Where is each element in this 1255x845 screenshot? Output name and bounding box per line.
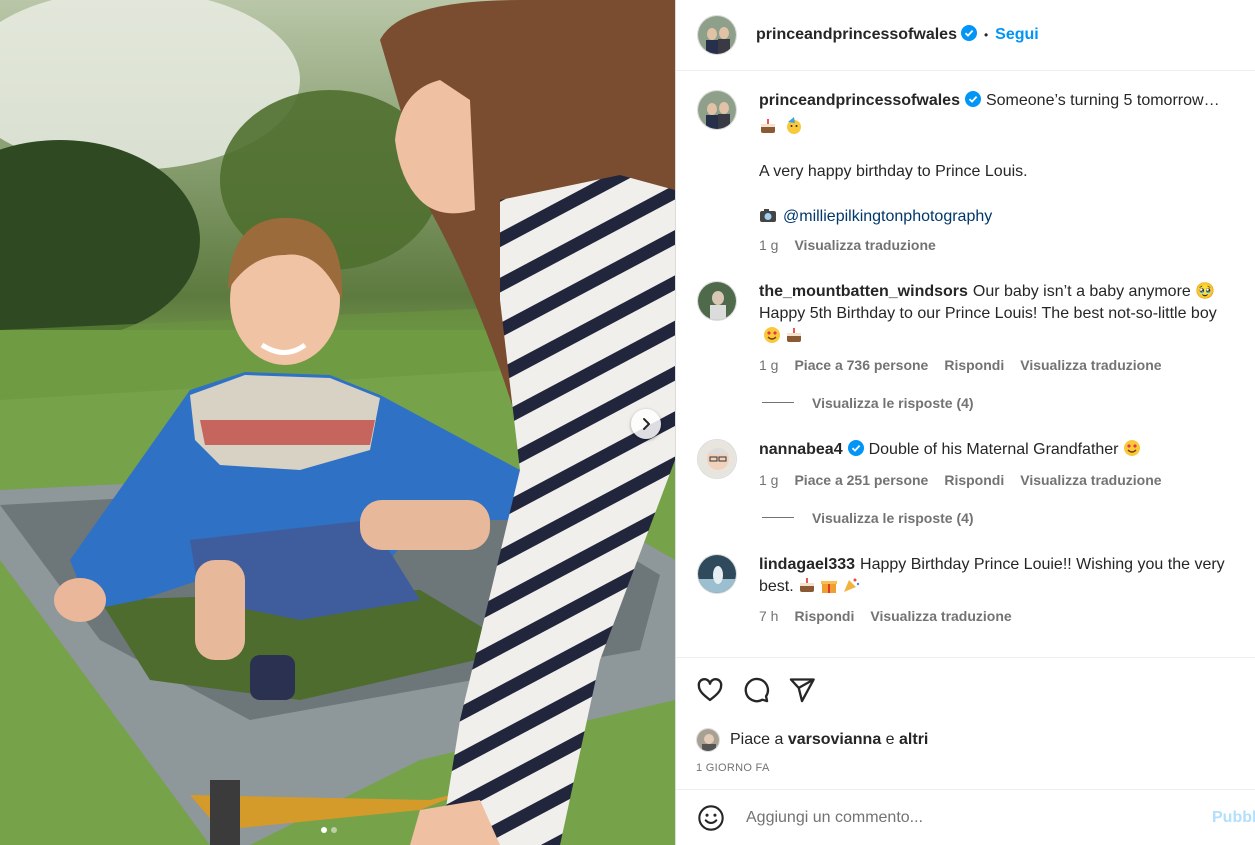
comment-likes[interactable]: Piace a 736 persone <box>794 354 928 377</box>
heart-icon[interactable] <box>696 676 724 704</box>
reply-button[interactable]: Rispondi <box>944 469 1004 492</box>
carousel-dot <box>331 827 337 833</box>
replies-divider <box>762 402 794 403</box>
caption-text-line2: A very happy birthday to Prince Louis. <box>759 163 1028 180</box>
view-replies-button[interactable]: Visualizza le risposte (4) <box>762 510 1235 526</box>
camera-emoji-icon <box>760 208 776 222</box>
replies-divider <box>762 517 794 518</box>
comment-avatar[interactable] <box>697 553 737 594</box>
reply-button[interactable]: Rispondi <box>794 605 854 628</box>
post-photo[interactable] <box>0 0 675 845</box>
liker-username[interactable]: varsovianna <box>788 731 881 749</box>
cake-emoji-icon <box>799 578 814 592</box>
carousel-indicator <box>321 827 337 833</box>
instagram-post: princeandprincessofwales • Segui princea… <box>0 0 1255 845</box>
comments-list[interactable]: princeandprincessofwales Someone’s turnin… <box>676 72 1255 657</box>
verified-icon <box>847 439 864 464</box>
emoji-icon[interactable] <box>697 804 725 832</box>
cake-emoji-icon <box>761 118 775 133</box>
action-icons <box>696 676 1234 704</box>
post-header: princeandprincessofwales • Segui <box>676 0 1255 71</box>
follow-separator: • <box>983 28 989 42</box>
caption-credit-link[interactable]: @milliepilkingtonphotography <box>783 208 992 225</box>
comment-time: 7 h <box>759 607 779 624</box>
carousel-next-button[interactable] <box>631 409 661 439</box>
photo-image <box>0 0 675 845</box>
comment-item: lindagael333 Happy Birthday Prince Louie!… <box>697 553 1235 628</box>
comment-avatar[interactable] <box>697 280 737 321</box>
post-timestamp: 1 GIORNO FA <box>696 762 770 774</box>
comment-username[interactable]: nannabea4 <box>759 441 843 458</box>
author-avatar[interactable] <box>697 15 737 55</box>
caption: princeandprincessofwales Someone’s turnin… <box>697 90 1235 257</box>
party-popper-emoji-icon <box>843 578 859 592</box>
add-comment-bar: Pubblica <box>676 789 1255 845</box>
heart-eyes-emoji-icon <box>1123 439 1140 456</box>
comment-username[interactable]: the_mountbatten_windsors <box>759 283 968 300</box>
publish-button[interactable]: Pubblica <box>1212 809 1255 827</box>
cake-emoji-icon <box>787 327 801 342</box>
comment-avatar[interactable] <box>697 438 737 479</box>
party-face-emoji-icon <box>787 116 802 134</box>
likes-summary[interactable]: Piace a varsovianna e altri <box>696 728 1234 752</box>
comment-likes[interactable]: Piace a 251 persone <box>794 469 928 492</box>
reply-button[interactable]: Rispondi <box>944 354 1004 377</box>
comment-icon[interactable] <box>742 676 770 704</box>
view-replies-label: Visualizza le risposte (4) <box>812 509 974 526</box>
author-username[interactable]: princeandprincessofwales <box>756 26 957 44</box>
liker-avatar <box>696 728 720 752</box>
translate-link[interactable]: Visualizza traduzione <box>1020 354 1161 377</box>
comment-item: the_mountbatten_windsors Our baby isn’t a… <box>697 280 1235 377</box>
comment-input[interactable] <box>746 808 1186 827</box>
chevron-right-icon <box>643 418 650 430</box>
post-side-panel: princeandprincessofwales • Segui princea… <box>675 0 1255 845</box>
caption-text-line1: Someone’s turning 5 tomorrow… <box>985 92 1220 109</box>
comment-text: Double of his Maternal Grandfather <box>868 440 1119 458</box>
verified-icon <box>960 25 977 45</box>
comment-item: nannabea4 Double of his Maternal Grandfat… <box>697 438 1235 492</box>
comment-time: 1 g <box>759 472 779 488</box>
comment-time: 1 g <box>759 357 779 373</box>
post-actions: Piace a varsovianna e altri 1 GIORNO FA <box>676 657 1255 774</box>
share-icon[interactable] <box>788 676 816 704</box>
translate-link[interactable]: Visualizza traduzione <box>1020 469 1161 492</box>
caption-username[interactable]: princeandprincessofwales <box>759 92 960 109</box>
translate-link[interactable]: Visualizza traduzione <box>870 605 1011 628</box>
follow-button[interactable]: Segui <box>995 26 1039 44</box>
verified-icon <box>964 91 981 115</box>
caption-time: 1 g <box>759 237 779 253</box>
carousel-dot-active <box>321 827 327 833</box>
likes-others[interactable]: altri <box>899 731 928 749</box>
view-replies-button[interactable]: Visualizza le risposte (4) <box>762 395 1235 411</box>
comment-username[interactable]: lindagael333 <box>759 556 855 573</box>
likes-prefix: Piace a <box>730 731 784 748</box>
caption-avatar[interactable] <box>697 90 737 130</box>
likes-conj: e <box>885 731 895 748</box>
caption-translate-link[interactable]: Visualizza traduzione <box>794 234 935 257</box>
gift-emoji-icon <box>820 581 837 593</box>
view-replies-label: Visualizza le risposte (4) <box>812 394 974 411</box>
heart-eyes-emoji-icon <box>764 326 780 343</box>
